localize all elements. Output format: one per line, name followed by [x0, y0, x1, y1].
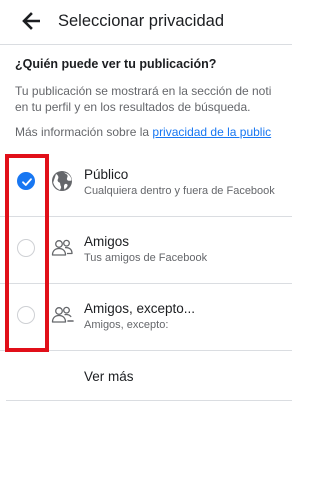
more-info-text: Más información sobre la privacidad de l… — [15, 125, 271, 139]
friends-except-icon — [51, 306, 74, 323]
option-friends-title: Amigos — [84, 234, 130, 249]
option-friends-subtitle: Tus amigos de Facebook — [84, 252, 208, 264]
globe-icon — [52, 171, 72, 191]
checkmark-icon — [22, 178, 32, 186]
option-public[interactable]: Público Cualquiera dentro y fuera de Fac… — [0, 150, 292, 216]
option-friends-except-title: Amigos, excepto... — [84, 301, 196, 316]
privacy-link[interactable]: privacidad de la public — [152, 125, 271, 139]
radio-public[interactable] — [17, 172, 35, 190]
header: Seleccionar privacidad — [0, 0, 292, 44]
page-title: Seleccionar privacidad — [58, 12, 225, 30]
description-line-2: en tu perfil y en los resultados de búsq… — [15, 100, 251, 114]
radio-friends-except[interactable] — [17, 306, 35, 324]
see-more-button[interactable]: Ver más — [0, 351, 292, 401]
see-more-label: Ver más — [84, 369, 134, 384]
privacy-question: ¿Quién puede ver tu publicación? — [15, 57, 217, 71]
bottom-divider — [6, 400, 292, 401]
option-friends[interactable]: Amigos Tus amigos de Facebook — [0, 217, 292, 283]
option-public-subtitle: Cualquiera dentro y fuera de Facebook — [84, 185, 275, 197]
header-divider — [0, 44, 292, 45]
more-info-prefix: Más información sobre la — [15, 125, 153, 139]
arrow-left-icon[interactable] — [22, 12, 40, 30]
friends-icon — [51, 239, 73, 256]
option-public-title: Público — [84, 167, 129, 182]
option-friends-except-subtitle: Amigos, excepto: — [84, 319, 169, 331]
option-friends-except[interactable]: Amigos, excepto... Amigos, excepto: — [0, 284, 292, 350]
radio-friends[interactable] — [17, 239, 35, 257]
description-line-1: Tu publicación se mostrará en la sección… — [15, 84, 272, 98]
